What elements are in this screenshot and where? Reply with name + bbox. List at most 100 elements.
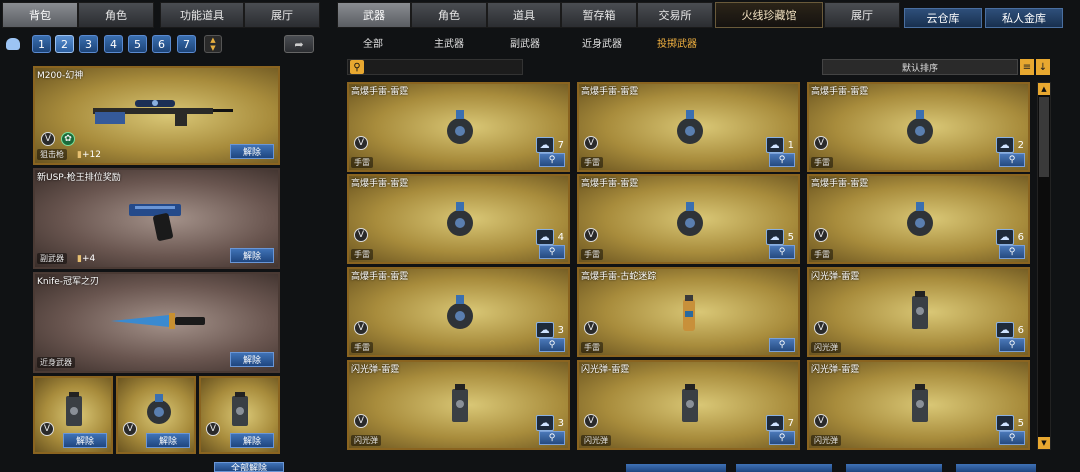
bottom-action-button-3[interactable] (846, 464, 942, 472)
unequip-all-button[interactable]: 全部解除 (214, 462, 284, 472)
item-category: 手雷 (351, 342, 373, 353)
inspect-button[interactable]: ⚲ (769, 153, 795, 167)
cloud-icon: ☁ (535, 415, 554, 431)
list-view-icon[interactable]: ≡ (1020, 59, 1034, 75)
bottom-action-button-1[interactable] (626, 464, 726, 472)
subtab-melee[interactable]: 近身武器 (582, 34, 622, 50)
search-bar[interactable]: ⚲ (347, 59, 523, 75)
item-name: 高爆手雷-雷霆 (351, 179, 409, 189)
tab-exchange[interactable]: 交易所 (637, 2, 713, 28)
grenade-icon (907, 202, 933, 236)
throw-slot-3[interactable]: V 解除 (199, 376, 280, 454)
unequip-button[interactable]: 解除 (230, 144, 274, 159)
bottom-action-button-4[interactable] (956, 464, 1036, 472)
inspect-button[interactable]: ⚲ (999, 245, 1025, 259)
inspect-button[interactable]: ⚲ (539, 153, 565, 167)
item-quantity: ☁ 4 (535, 228, 564, 246)
cloud-icon: ☁ (535, 137, 554, 153)
magnifier-icon: ⚲ (548, 155, 556, 165)
throw-slot-1[interactable]: V 解除 (33, 376, 113, 454)
tab-collection[interactable]: 火线珍藏馆 (715, 2, 823, 28)
left-tab-bag[interactable]: 背包 (2, 2, 78, 28)
item-card[interactable]: 高爆手雷-雷霆 V 手雷 ☁ 6 ⚲ (807, 174, 1030, 264)
tab-weapons[interactable]: 武器 (337, 2, 411, 28)
item-card[interactable]: 高爆手雷-雷霆 V 手雷 ☁ 4 ⚲ (347, 174, 570, 264)
inspect-button[interactable]: ⚲ (539, 431, 565, 445)
inspect-button[interactable]: ⚲ (999, 338, 1025, 352)
item-card[interactable]: 高爆手雷-古蛇迷踪 V 手雷 ⚲ (577, 267, 800, 357)
item-category: 闪光弹 (351, 435, 381, 446)
unequip-button[interactable]: 解除 (230, 433, 274, 448)
grenade-icon (907, 110, 933, 144)
item-name: 高爆手雷-雷霆 (581, 179, 639, 189)
item-quantity: ☁ 3 (535, 321, 564, 339)
subtab-throwable[interactable]: 投掷武器 (657, 34, 697, 50)
item-card[interactable]: 高爆手雷-雷霆 V 手雷 ☁ 2 ⚲ (807, 82, 1030, 172)
page-button-2[interactable]: 2 (55, 35, 74, 53)
scroll-up-icon[interactable]: ▲ (1038, 83, 1050, 95)
item-name: 高爆手雷-雷霆 (351, 87, 409, 97)
page-button-4[interactable]: 4 (104, 35, 123, 53)
inspect-button[interactable]: ⚲ (539, 338, 565, 352)
left-tab-hall[interactable]: 展厅 (244, 2, 320, 28)
unequip-button[interactable]: 解除 (230, 248, 274, 263)
left-tab-role[interactable]: 角色 (78, 2, 154, 28)
sort-dropdown[interactable]: 默认排序 (822, 59, 1018, 75)
tab-showroom[interactable]: 展厅 (824, 2, 900, 28)
left-tab-items[interactable]: 功能道具 (160, 2, 244, 28)
page-button-7[interactable]: 7 (177, 35, 196, 53)
inspect-button[interactable]: ⚲ (539, 245, 565, 259)
item-quantity: ☁ 7 (765, 414, 794, 432)
item-card[interactable]: 高爆手雷-雷霆 V 手雷 ☁ 5 ⚲ (577, 174, 800, 264)
page-button-6[interactable]: 6 (152, 35, 171, 53)
loadout-slot-secondary[interactable]: 新USP-枪王排位奖励 副武器 ▮+4 解除 (33, 168, 280, 269)
item-name: 闪光弹-雷霆 (811, 365, 860, 375)
tab-storage[interactable]: 暂存箱 (561, 2, 637, 28)
subtab-primary[interactable]: 主武器 (434, 34, 464, 50)
subtab-all[interactable]: 全部 (363, 34, 383, 50)
item-card[interactable]: 闪光弹-雷霆 V 闪光弹 ☁ 6 ⚲ (807, 267, 1030, 357)
scroll-thumb[interactable] (1039, 97, 1049, 177)
grenade-icon (147, 394, 171, 424)
unequip-button[interactable]: 解除 (63, 433, 107, 448)
subtab-secondary[interactable]: 副武器 (510, 34, 540, 50)
scrollbar[interactable]: ▲ ▼ (1037, 82, 1051, 450)
page-button-5[interactable]: 5 (128, 35, 147, 53)
cloud-icon: ☁ (995, 229, 1014, 245)
bottom-action-button-2[interactable] (736, 464, 832, 472)
item-card[interactable]: 高爆手雷-雷霆 V 手雷 ☁ 1 ⚲ (577, 82, 800, 172)
tab-cloud-storage[interactable]: 云仓库 (904, 8, 982, 28)
unequip-button[interactable]: 解除 (146, 433, 190, 448)
item-quantity: ☁ 3 (535, 414, 564, 432)
throw-slot-2[interactable]: V 解除 (116, 376, 196, 454)
item-card[interactable]: 闪光弹-雷霆 V 闪光弹 ☁ 7 ⚲ (577, 360, 800, 450)
magnifier-icon: ⚲ (778, 433, 786, 443)
v-badge-icon: V (354, 136, 368, 150)
item-card[interactable]: 闪光弹-雷霆 V 闪光弹 ☁ 5 ⚲ (807, 360, 1030, 450)
item-card[interactable]: 高爆手雷-雷霆 V 手雷 ☁ 7 ⚲ (347, 82, 570, 172)
v-badge-icon: V (584, 228, 598, 242)
tab-props[interactable]: 道具 (487, 2, 561, 28)
page-stepper[interactable]: ▲ ▼ (204, 35, 222, 53)
item-card[interactable]: 闪光弹-雷霆 V 闪光弹 ☁ 3 ⚲ (347, 360, 570, 450)
flashbang-icon (66, 392, 82, 426)
cloud-icon: ☁ (995, 322, 1014, 338)
item-name: 闪光弹-雷霆 (811, 272, 860, 282)
unequip-button[interactable]: 解除 (230, 352, 274, 367)
item-count: 3 (557, 324, 564, 336)
page-button-1[interactable]: 1 (32, 35, 51, 53)
scroll-down-icon[interactable]: ▼ (1038, 437, 1050, 449)
inspect-button[interactable]: ⚲ (769, 338, 795, 352)
sort-arrow-icon[interactable]: ↓ (1036, 59, 1050, 75)
loadout-slot-melee[interactable]: Knife-冠军之刃 近身武器 解除 (33, 272, 280, 373)
inspect-button[interactable]: ⚲ (769, 245, 795, 259)
inspect-button[interactable]: ⚲ (999, 431, 1025, 445)
share-button[interactable]: ➦ (284, 35, 314, 53)
loadout-slot-primary[interactable]: M200-幻神 V ✿ 狙击枪 ▮+12 解除 (33, 66, 280, 165)
tab-roles[interactable]: 角色 (411, 2, 487, 28)
tab-private-vault[interactable]: 私人金库 (985, 8, 1063, 28)
inspect-button[interactable]: ⚲ (769, 431, 795, 445)
inspect-button[interactable]: ⚲ (999, 153, 1025, 167)
item-card[interactable]: 高爆手雷-雷霆 V 手雷 ☁ 3 ⚲ (347, 267, 570, 357)
page-button-3[interactable]: 3 (79, 35, 98, 53)
